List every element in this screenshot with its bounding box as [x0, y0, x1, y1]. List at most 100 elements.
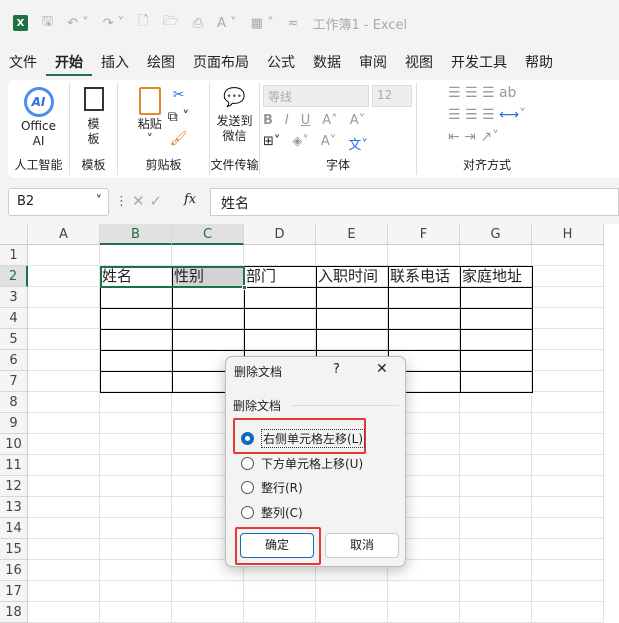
template-button[interactable]: 模板	[83, 83, 104, 147]
column-header-G[interactable]: G	[460, 224, 532, 245]
column-header-A[interactable]: A	[28, 224, 100, 245]
cell[interactable]	[244, 308, 316, 329]
cell[interactable]	[28, 350, 100, 371]
table-header-cell[interactable]: 部门	[244, 266, 276, 287]
cell[interactable]	[532, 350, 604, 371]
cell[interactable]	[100, 329, 172, 350]
new-file-icon[interactable]: 🗋	[138, 12, 148, 34]
cell[interactable]	[532, 329, 604, 350]
open-folder-icon[interactable]: 🗁	[163, 12, 179, 34]
vertical-align-icons[interactable]: ☰ ☰ ☰ ab	[448, 85, 526, 101]
cell[interactable]	[532, 518, 604, 539]
cell[interactable]	[28, 371, 100, 392]
format-painter-icon[interactable]: 🖌	[168, 131, 189, 147]
cell[interactable]	[100, 497, 172, 518]
row-header-10[interactable]: 10	[0, 434, 28, 455]
cell[interactable]	[532, 266, 604, 287]
print-preview-icon[interactable]: ⎙	[193, 16, 203, 31]
cell[interactable]	[388, 602, 460, 623]
column-header-H[interactable]: H	[532, 224, 604, 245]
radio-shift-up[interactable]: 下方单元格上移(U)	[241, 455, 363, 472]
cell[interactable]	[100, 350, 172, 371]
tab-help[interactable]: 帮助	[516, 50, 562, 76]
cell[interactable]	[100, 287, 172, 308]
tab-file[interactable]: 文件	[0, 50, 46, 76]
font-color-quick-icon[interactable]: A ˅	[217, 16, 237, 31]
column-header-E[interactable]: E	[316, 224, 388, 245]
cell[interactable]	[460, 518, 532, 539]
office-ai-button[interactable]: AI Office AI	[19, 83, 59, 149]
cell[interactable]	[316, 287, 388, 308]
table-header-cell[interactable]: 家庭地址	[460, 266, 522, 287]
cell[interactable]	[460, 539, 532, 560]
cell[interactable]	[460, 308, 532, 329]
customize-toolbar-icon[interactable]: ≂	[288, 16, 299, 31]
cell[interactable]	[100, 308, 172, 329]
cut-icon[interactable]: ✂	[168, 87, 189, 103]
cell[interactable]	[460, 350, 532, 371]
cell[interactable]	[100, 434, 172, 455]
cell[interactable]	[244, 329, 316, 350]
cell[interactable]	[28, 497, 100, 518]
cell[interactable]	[460, 497, 532, 518]
cell[interactable]	[28, 602, 100, 623]
cell[interactable]	[532, 455, 604, 476]
cell[interactable]	[532, 560, 604, 581]
cell[interactable]	[532, 392, 604, 413]
cell[interactable]	[172, 329, 244, 350]
tab-developer[interactable]: 开发工具	[442, 50, 516, 76]
cell[interactable]	[28, 392, 100, 413]
cell[interactable]	[532, 413, 604, 434]
cell[interactable]	[28, 329, 100, 350]
cell[interactable]	[532, 476, 604, 497]
cell[interactable]	[100, 518, 172, 539]
cell[interactable]	[172, 245, 244, 266]
cell[interactable]	[28, 308, 100, 329]
font-color-icon[interactable]: A˅	[321, 134, 336, 153]
cancel-button[interactable]: 取消	[325, 533, 399, 558]
row-header-8[interactable]: 8	[0, 392, 28, 413]
cell[interactable]	[460, 476, 532, 497]
cell[interactable]	[460, 329, 532, 350]
save-icon[interactable]: 🖫	[42, 12, 53, 34]
cell[interactable]	[100, 455, 172, 476]
cell[interactable]	[100, 245, 172, 266]
radio-shift-left[interactable]: 右侧单元格左移(L)	[241, 429, 366, 448]
cell[interactable]	[28, 266, 100, 287]
cell[interactable]	[28, 434, 100, 455]
send-to-wechat-button[interactable]: 💬 发送到微信	[216, 83, 254, 144]
cell[interactable]	[460, 581, 532, 602]
increase-font-icon[interactable]: A˄	[322, 113, 337, 128]
cell[interactable]	[532, 497, 604, 518]
cell[interactable]	[460, 245, 532, 266]
font-size-select[interactable]: 12	[372, 85, 412, 107]
row-header-2[interactable]: 2	[0, 266, 28, 287]
row-header-7[interactable]: 7	[0, 371, 28, 392]
horizontal-align-icons[interactable]: ☰ ☰ ☰ ⟷˅	[448, 107, 526, 123]
cell[interactable]	[532, 434, 604, 455]
cell[interactable]	[316, 245, 388, 266]
cell[interactable]	[100, 476, 172, 497]
fill-color-icon[interactable]: ◈˅	[292, 134, 309, 153]
column-header-B[interactable]: B	[100, 224, 172, 245]
underline-button[interactable]: U	[301, 113, 311, 128]
cell[interactable]	[460, 560, 532, 581]
cell[interactable]	[100, 581, 172, 602]
cell[interactable]	[244, 581, 316, 602]
borders-icon[interactable]: ⊞˅	[263, 134, 280, 153]
cell[interactable]	[100, 371, 172, 392]
cell[interactable]	[532, 287, 604, 308]
cell[interactable]	[316, 602, 388, 623]
cell[interactable]	[28, 518, 100, 539]
cell[interactable]	[460, 455, 532, 476]
cell[interactable]	[532, 371, 604, 392]
cell[interactable]	[172, 581, 244, 602]
row-header-12[interactable]: 12	[0, 476, 28, 497]
copy-icon[interactable]: ⧉ ˅	[168, 109, 189, 125]
table-header-cell[interactable]: 性别	[172, 266, 204, 287]
column-header-D[interactable]: D	[244, 224, 316, 245]
row-header-4[interactable]: 4	[0, 308, 28, 329]
name-box[interactable]: B2 ˅	[8, 188, 109, 216]
tab-page-layout[interactable]: 页面布局	[184, 50, 258, 76]
row-header-6[interactable]: 6	[0, 350, 28, 371]
